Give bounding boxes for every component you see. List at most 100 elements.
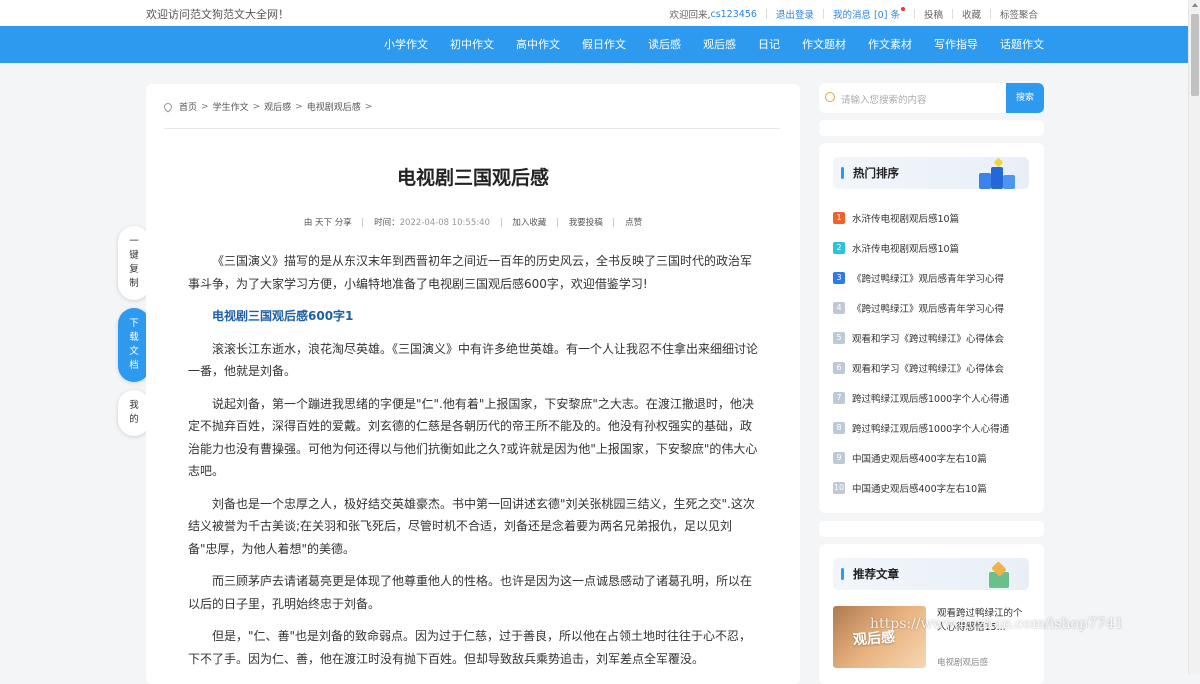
header-divider — [164, 128, 780, 129]
time-label: 时间： — [374, 218, 400, 228]
hot-item-title: 跨过鸭绿江观后感1000字个人心得通 — [852, 394, 1010, 405]
location-pin-icon — [162, 100, 174, 113]
hot-item-8[interactable]: 8 跨过鸭绿江观后感1000字个人心得通 — [833, 421, 1033, 435]
site-welcome: 欢迎访问范文狗范文大全网！ — [146, 8, 289, 21]
nav-item-topic-essay[interactable]: 话题作文 — [1000, 26, 1044, 63]
search-icon — [825, 92, 835, 102]
hot-ranking-header: 热门排序 — [833, 157, 1029, 189]
nav-item-essay-material[interactable]: 作文素材 — [868, 26, 912, 63]
rank-badge: 8 — [833, 422, 845, 434]
nav-item-primary-essay[interactable]: 小学作文 — [384, 26, 428, 63]
rank-badge: 2 — [833, 242, 845, 254]
hot-item-10[interactable]: 10 中国通史观后感400字左右10篇 — [833, 481, 1033, 495]
hot-item-6[interactable]: 6 观看和学习《跨过鸭绿江》心得体会 — [833, 361, 1033, 375]
hot-item-title: 观看和学习《跨过鸭绿江》心得体会 — [852, 334, 1005, 345]
hot-item-3[interactable]: 3 《跨过鸭绿江》观后感青年学习心得 — [833, 271, 1033, 285]
nav-item-essay-topics[interactable]: 作文题材 — [802, 26, 846, 63]
cubes-icon — [975, 157, 1021, 189]
breadcrumb-separator: > — [295, 101, 303, 112]
divider — [765, 9, 767, 19]
article-subtitle: 电视剧三国观后感600字1 — [212, 309, 354, 323]
hot-item-1[interactable]: 1 水浒传电视剧观后感10篇 — [833, 211, 1033, 225]
hot-item-title: 跨过鸭绿江观后感1000字个人心得通 — [852, 424, 1010, 435]
hot-item-5[interactable]: 5 观看和学习《跨过鸭绿江》心得体会 — [833, 331, 1033, 345]
hot-item-title: 中国通史观后感400字左右10篇 — [852, 454, 987, 465]
logout-link[interactable]: 退出登录 — [776, 7, 814, 21]
breadcrumb-separator: > — [252, 101, 261, 112]
hot-item-9[interactable]: 9 中国通史观后感400字左右10篇 — [833, 451, 1033, 465]
article-title: 电视剧三国观后感 — [396, 167, 549, 189]
article-paragraph: 但是，"仁、善"也是刘备的致命弱点。因为过于仁慈，过于善良，所以他在占领土地时往… — [188, 629, 752, 666]
header-accent — [841, 568, 844, 580]
recommend-panel: 推荐文章 观后感 观看跨过鸭绿江的个人心得感悟15... 电视剧观后感 — [819, 544, 1044, 684]
article-paragraph: 而三顾茅庐去请诸葛亮更是体现了他尊重他人的性格。也许是因为这一点诚恳感动了诸葛孔… — [188, 574, 753, 611]
breadcrumb-separator: > — [364, 101, 373, 112]
nav-item-junior-essay[interactable]: 初中作文 — [450, 26, 494, 63]
watermark-text: https://www.huzhan.com/ishop7741 — [870, 616, 1124, 632]
submit-link[interactable]: 投稿 — [924, 7, 943, 21]
hot-ranking-title: 热门排序 — [853, 166, 899, 180]
breadcrumb-viewing-review[interactable]: 观后感 — [264, 100, 291, 113]
rank-badge: 6 — [833, 362, 845, 374]
divider — [362, 218, 364, 227]
divider — [613, 218, 615, 227]
article-body: 《三国演义》描写的是从东汉末年到西晋初年之间近一百年的历史风云，全书反映了三国时… — [188, 250, 758, 680]
tag-aggregate-link[interactable]: 标签聚合 — [1000, 7, 1038, 21]
article-card: 首页 > 学生作文 > 观后感 > 电视剧观后感 > 电视剧三国观后感 由 天下… — [146, 84, 800, 684]
divider — [989, 9, 991, 19]
recommend-header: 推荐文章 — [833, 558, 1029, 590]
hot-item-7[interactable]: 7 跨过鸭绿江观后感1000字个人心得通 — [833, 391, 1033, 405]
article-paragraph: 说起刘备，第一个蹦进我思绪的字便是"仁".他有着"上报国家，下安黎庶"之大志。在… — [188, 396, 758, 479]
hot-item-4[interactable]: 4 《跨过鸭绿江》观后感青年学习心得 — [833, 301, 1033, 315]
article-paragraph: 滚滚长江东逝水，浪花淘尽英雄。《三国演义》中有许多绝世英雄。有一个人让我忍不住拿… — [188, 341, 759, 379]
search-box: 请输入您搜索的内容 搜索 — [819, 83, 1044, 113]
breadcrumb-separator: > — [201, 101, 209, 112]
scrollbar-thumb[interactable] — [1191, 14, 1199, 96]
like-link[interactable]: 点赞 — [625, 218, 642, 228]
time-value: 2022-04-08 10:55:40 — [399, 218, 490, 228]
greeting-text: 欢迎回来, — [669, 10, 711, 21]
rank-badge: 1 — [833, 212, 845, 224]
header-accent — [841, 167, 844, 179]
author-text: 由 天下 分享 — [303, 218, 352, 228]
spacer-panel — [819, 521, 1044, 537]
nav-item-viewing-review[interactable]: 观后感 — [703, 26, 736, 63]
article-intro: 《三国演义》描写的是从东汉末年到西晋初年之间近一百年的历史风云，全书反映了三国时… — [188, 254, 753, 291]
breadcrumb-home[interactable]: 首页 — [179, 100, 197, 113]
notification-dot-icon — [900, 7, 905, 11]
favorite-link[interactable]: 收藏 — [962, 7, 981, 21]
page-scrollbar[interactable] — [1188, 0, 1200, 675]
rank-badge: 5 — [833, 332, 845, 344]
submit-article-link[interactable]: 我要投稿 — [569, 218, 603, 228]
scroll-up-icon[interactable] — [1192, 3, 1198, 7]
hot-ranking-panel: 热门排序 1 水浒传电视剧观后感10篇 2 水浒传电视剧观后感10篇 3 《跨过鸭绿江… — [819, 143, 1044, 513]
hot-item-2[interactable]: 2 水浒传电视剧观后感10篇 — [833, 241, 1033, 255]
divider — [822, 9, 824, 19]
search-button[interactable]: 搜索 — [1006, 83, 1044, 113]
recommend-item-category[interactable]: 电视剧观后感 — [937, 656, 988, 668]
user-links: 欢迎回来, cs123456 退出登录 我的消息 [0] 条 投稿 收藏 标签聚… — [669, 7, 1038, 21]
messages-link[interactable]: 我的消息 [0] 条 — [833, 7, 905, 21]
search-input[interactable]: 请输入您搜索的内容 — [841, 92, 927, 106]
hot-item-title: 中国通史观后感400字左右10篇 — [852, 484, 987, 495]
breadcrumb: 首页 > 学生作文 > 观后感 > 电视剧观后感 > — [162, 100, 376, 113]
nav-item-reading-review[interactable]: 读后感 — [648, 26, 681, 63]
article-meta: 由 天下 分享 时间：2022-04-08 10:55:40 加入收藏 我要投稿… — [146, 216, 800, 228]
rank-badge: 3 — [833, 272, 845, 284]
nav-item-writing-guide[interactable]: 写作指导 — [934, 26, 978, 63]
breadcrumb-student-essay[interactable]: 学生作文 — [213, 100, 249, 113]
breadcrumb-tv-review[interactable]: 电视剧观后感 — [307, 100, 361, 113]
hot-item-title: 水浒传电视剧观后感10篇 — [852, 244, 960, 255]
hot-item-title: 水浒传电视剧观后感10篇 — [852, 214, 960, 225]
divider — [557, 218, 559, 227]
username-link[interactable]: cs123456 — [710, 9, 756, 20]
article-paragraph: 刘备也是一个忠厚之人，极好结交英雄豪杰。书中第一回讲述玄德"刘关张桃园三结义，生… — [188, 496, 755, 556]
divider — [951, 9, 953, 19]
rank-badge: 9 — [833, 452, 845, 464]
divider — [913, 9, 915, 19]
add-favorite-link[interactable]: 加入收藏 — [512, 218, 546, 228]
nav-item-diary[interactable]: 日记 — [758, 26, 780, 63]
nav-item-holiday-essay[interactable]: 假日作文 — [582, 26, 626, 63]
recommend-title: 推荐文章 — [853, 567, 899, 581]
nav-item-senior-essay[interactable]: 高中作文 — [516, 26, 560, 63]
